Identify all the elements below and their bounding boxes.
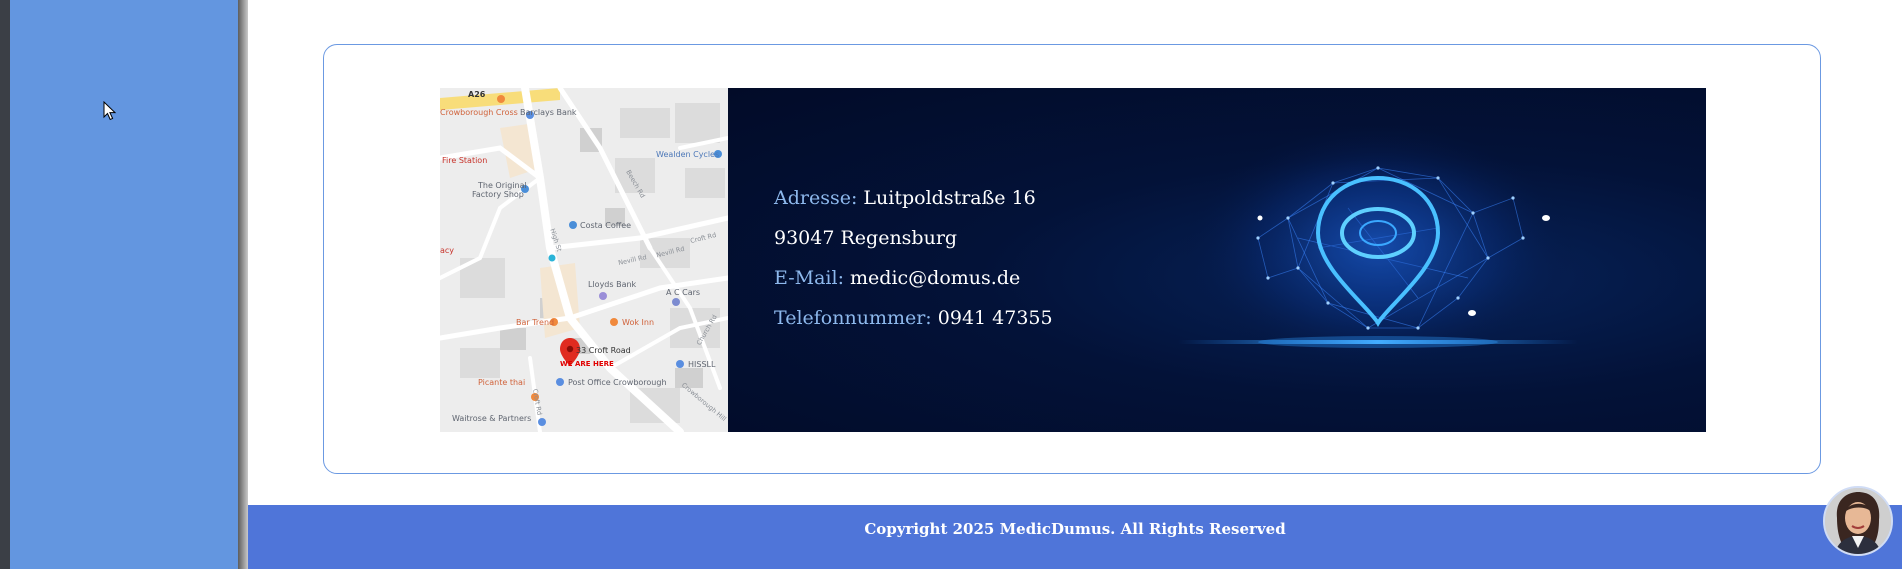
email-link[interactable]: medic@domus.de xyxy=(850,267,1020,289)
contact-info: Adresse: Luitpoldstraße 16 93047 Regensb… xyxy=(774,186,1053,346)
map-label: Post Office Crowborough xyxy=(568,378,667,387)
map-label: A C Cars xyxy=(666,288,701,297)
contact-info-panel: Adresse: Luitpoldstraße 16 93047 Regensb… xyxy=(728,88,1706,432)
map-label: Bar Trend xyxy=(516,318,555,327)
map-label: The Original xyxy=(478,181,527,190)
map-label: Costa Coffee xyxy=(580,221,632,230)
map-label: Picante thai xyxy=(478,378,526,387)
city-value: 93047 Regensburg xyxy=(774,227,958,249)
map-label: Lloyds Bank xyxy=(588,280,637,289)
map-label: Barclays Bank xyxy=(520,108,577,117)
support-agent-avatar[interactable] xyxy=(1823,486,1893,556)
person-icon xyxy=(1825,488,1891,554)
glowing-location-pin-icon xyxy=(1178,128,1578,388)
sidebar-shadow xyxy=(238,0,248,569)
footer: Copyright 2025 MedicDumus. All Rights Re… xyxy=(248,505,1902,569)
left-rail xyxy=(0,0,10,569)
mouse-cursor-icon xyxy=(103,101,117,121)
copyright-text: Copyright 2025 MedicDumus. All Rights Re… xyxy=(864,520,1286,538)
email-row: E-Mail: medic@domus.de xyxy=(774,266,1053,306)
map-label: Factory Shop xyxy=(472,190,524,199)
map-label-here: WE ARE HERE xyxy=(560,360,614,368)
email-label: E-Mail: xyxy=(774,267,844,289)
map-label: Wok Inn xyxy=(622,318,655,327)
map-label: acy xyxy=(440,246,455,255)
map-label: Wealden Cycles xyxy=(656,150,720,159)
phone-row: Telefonnummer: 0941 47355 xyxy=(774,306,1053,346)
map-road-badge: A26 xyxy=(468,90,486,99)
map-label: Crowborough Cross xyxy=(440,108,518,117)
map-label: 33 Croft Road xyxy=(576,346,631,355)
address-value: Luitpoldstraße 16 xyxy=(863,187,1036,209)
phone-label: Telefonnummer: xyxy=(774,307,932,329)
map-label: Fire Station xyxy=(442,156,488,165)
map-label: Waitrose & Partners xyxy=(452,414,532,423)
map-label: HISSLL xyxy=(688,360,716,369)
phone-link[interactable]: 0941 47355 xyxy=(938,307,1053,329)
address-label: Adresse: xyxy=(774,187,858,209)
sidebar xyxy=(10,0,238,569)
location-map[interactable]: A26 Crowborough Cross Barclays Bank Weal… xyxy=(440,88,728,432)
city-row: 93047 Regensburg xyxy=(774,226,1053,266)
address-row: Adresse: Luitpoldstraße 16 xyxy=(774,186,1053,226)
